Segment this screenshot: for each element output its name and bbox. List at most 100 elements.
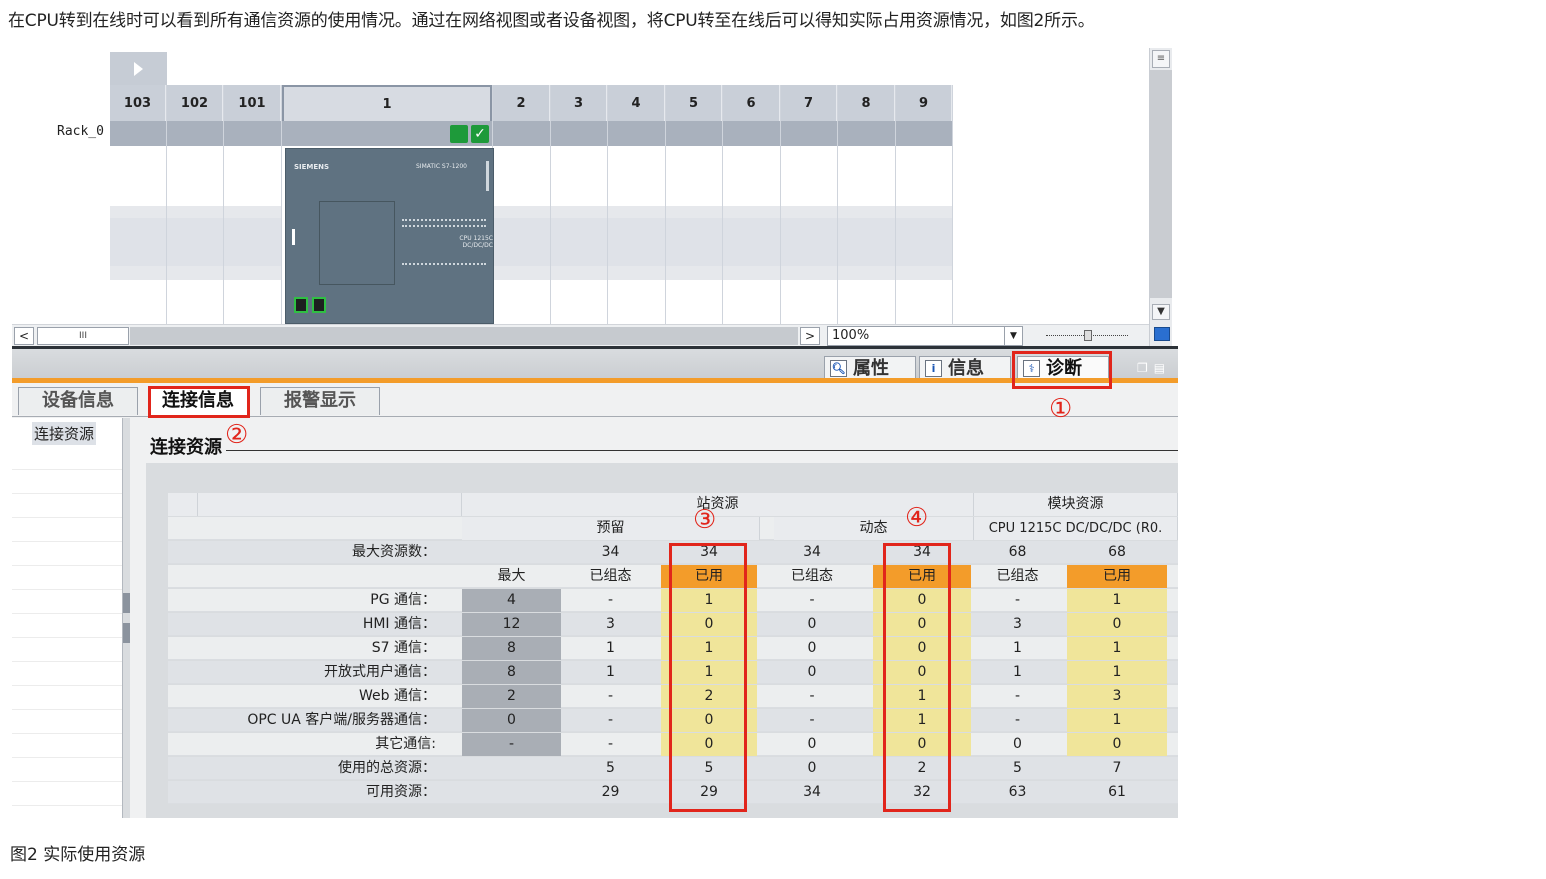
slot-rack-row xyxy=(838,121,895,146)
slot-number: 9 xyxy=(896,85,952,121)
table-cell: 1 xyxy=(1067,709,1167,732)
zoom-slider-knob[interactable] xyxy=(1084,330,1092,341)
table-cell: 0 xyxy=(462,709,561,732)
table-cell: 1 xyxy=(1013,664,1022,680)
table-cell: 3 xyxy=(1067,685,1167,708)
slot-number: 5 xyxy=(666,85,722,121)
slot-number: 8 xyxy=(838,85,895,121)
column-header: 已组态 xyxy=(791,568,833,584)
io-leds-top xyxy=(402,219,486,222)
vertical-scrollbar[interactable]: ≡ ▼ xyxy=(1149,48,1172,346)
panel-splitter[interactable] xyxy=(122,418,130,818)
slot-body xyxy=(723,146,780,346)
table-cell: - xyxy=(1014,688,1021,704)
table-cell: - xyxy=(607,736,614,752)
overview-icon[interactable]: ≡ xyxy=(1152,50,1170,68)
slot-number: 102 xyxy=(167,85,223,121)
slot-4[interactable]: 4 xyxy=(608,85,666,346)
slot-8[interactable]: 8 xyxy=(838,85,896,346)
cpu-type-label: CPU 1215C DC/DC/DC xyxy=(459,235,493,249)
expand-right-icon[interactable] xyxy=(123,623,130,643)
slot-102[interactable]: 102 xyxy=(167,85,224,346)
section-divider xyxy=(226,450,1178,451)
slot-3[interactable]: 3 xyxy=(551,85,608,346)
slot-9[interactable]: 9 xyxy=(896,85,953,346)
slot-rack-row xyxy=(723,121,780,146)
scroll-left-button[interactable]: < xyxy=(14,327,34,345)
sub-module: CPU 1215C DC/DC/DC (R0. xyxy=(974,517,1178,540)
slot-rack-row xyxy=(781,121,837,146)
table-cell: 0 xyxy=(807,640,817,656)
profinet-port-1-icon xyxy=(294,297,308,313)
tab-alarm-display[interactable]: 报警显示 xyxy=(260,387,380,415)
profinet-port-2-icon xyxy=(312,297,326,313)
max-resources-value: 68 xyxy=(1108,544,1126,560)
zoom-fit-icon[interactable] xyxy=(1154,327,1170,341)
slot-rack-row xyxy=(110,121,166,146)
cpu-module[interactable]: SIEMENS SIMATIC S7-1200 CPU 1215C DC/DC/… xyxy=(285,148,494,324)
table-cell: - xyxy=(607,688,614,704)
table-cell: - xyxy=(462,733,561,756)
play-icon xyxy=(134,62,143,76)
rack-expand-button[interactable] xyxy=(110,52,167,85)
row-label: PG 通信： xyxy=(370,592,436,608)
table-cell: 12 xyxy=(462,613,561,636)
vertical-scroll-track[interactable] xyxy=(1150,70,1172,298)
zoom-slider[interactable] xyxy=(1046,330,1128,341)
table-cell: 0 xyxy=(1013,736,1022,752)
slot-body xyxy=(493,146,550,346)
horizontal-scroll-track[interactable] xyxy=(130,327,798,345)
slot-rack-row xyxy=(167,121,223,146)
slot-rack-row xyxy=(896,121,952,146)
cpu-brand: SIEMENS xyxy=(294,163,330,171)
tab-properties-label: 属性 xyxy=(853,358,889,379)
slot-2[interactable]: 2 xyxy=(493,85,551,346)
rack-label: Rack_0 xyxy=(57,124,104,139)
row-label: 其它通信: xyxy=(375,736,436,752)
slot-body xyxy=(896,146,952,346)
marker-2: ② xyxy=(225,420,249,450)
window-controls[interactable]: ❐▤ xyxy=(1137,361,1171,375)
slot-rack-row xyxy=(666,121,722,146)
table-cell: 0 xyxy=(1067,733,1167,756)
table-cell: - xyxy=(809,592,815,608)
row-select-header xyxy=(168,493,198,516)
slot-7[interactable]: 7 xyxy=(781,85,838,346)
callout-diagnostics xyxy=(1012,351,1112,389)
zoom-select[interactable]: 100% ▼ xyxy=(827,326,1023,346)
scroll-right-button[interactable]: > xyxy=(800,327,820,345)
cpu-cover xyxy=(319,201,395,285)
nav-item-connection-resources[interactable]: 连接资源 xyxy=(32,422,97,445)
slot-101[interactable]: 101 xyxy=(224,85,282,346)
slot-number: 101 xyxy=(224,85,281,121)
table-cell: - xyxy=(809,712,815,728)
marker-1: ① xyxy=(1049,394,1073,424)
slot-103[interactable]: 103 xyxy=(110,85,167,346)
slot-rack-row xyxy=(608,121,665,146)
horizontal-toolbar: < III > 100% ▼ xyxy=(12,324,1149,346)
available-value: 63 xyxy=(1008,784,1027,800)
slot-body xyxy=(167,146,223,346)
row-label: Web 通信： xyxy=(359,688,436,704)
chevron-down-icon[interactable]: ▼ xyxy=(1004,327,1022,345)
slot-6[interactable]: 6 xyxy=(723,85,781,346)
available-label: 可用资源： xyxy=(366,784,436,800)
collapse-left-icon[interactable] xyxy=(123,593,130,613)
horizontal-scroll-thumb[interactable]: III xyxy=(37,327,129,345)
table-cell: 1 xyxy=(1067,589,1167,612)
cpu-logo-icon xyxy=(292,229,306,245)
properties-icon: 🔍︎ xyxy=(830,360,847,377)
row-label: HMI 通信： xyxy=(362,616,436,632)
group-module-resources: 模块资源 xyxy=(974,493,1178,516)
slot-body xyxy=(838,146,895,346)
io-leds-bottom xyxy=(402,263,486,266)
tab-device-info[interactable]: 设备信息 xyxy=(18,387,138,415)
slot-5[interactable]: 5 xyxy=(666,85,723,346)
table-cell: 0 xyxy=(1067,613,1167,636)
max-resources-value: 34 xyxy=(803,544,821,560)
cpu-model: SIMATIC S7-1200 xyxy=(416,163,467,170)
slot-rack-row xyxy=(224,121,281,146)
table-cell: 0 xyxy=(807,664,817,680)
scroll-down-button[interactable]: ▼ xyxy=(1152,304,1170,320)
column-header: 已组态 xyxy=(589,568,632,584)
